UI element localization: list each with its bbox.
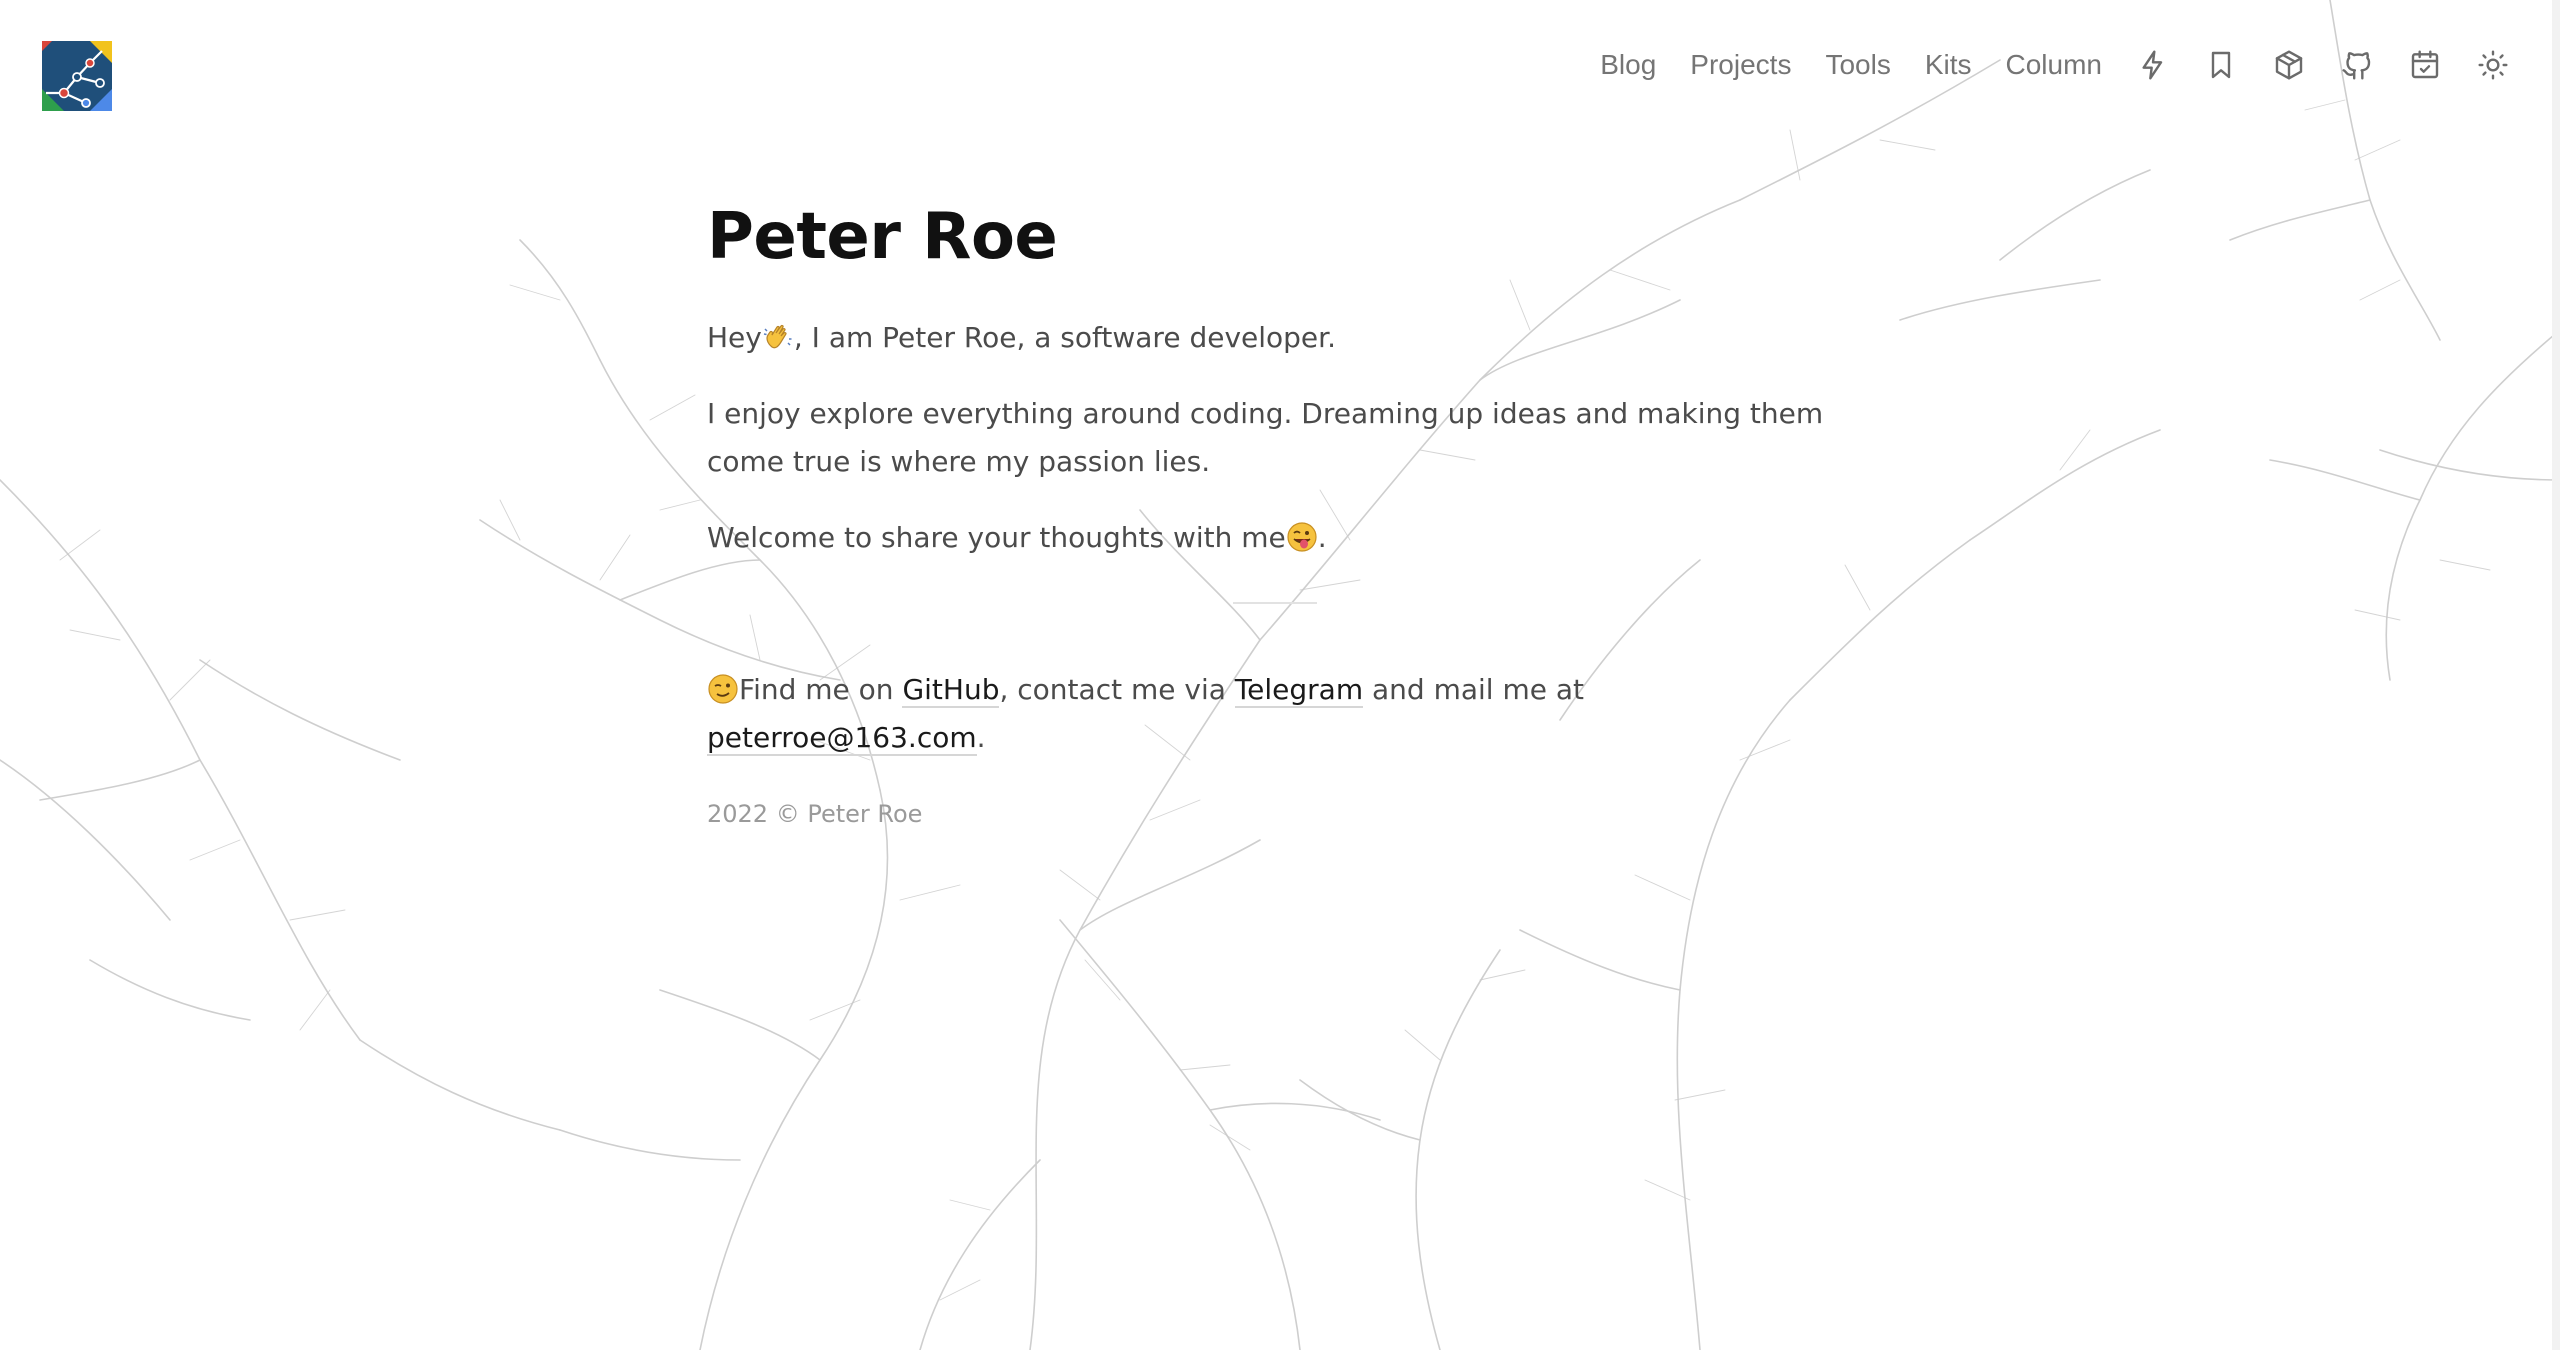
contact-via-text: , contact me via [999, 673, 1226, 706]
nav-link-column[interactable]: Column [2006, 49, 2102, 81]
contact-mail-text: and mail me at [1372, 673, 1585, 706]
contact-paragraph: Find me on GitHub, contact me via Telegr… [707, 666, 1857, 762]
main-content: Peter Roe Hey , I am Peter Roe, a softwa… [707, 200, 1857, 828]
intro-pre: Hey [707, 321, 762, 354]
section-divider [1233, 602, 1317, 604]
welcome-paragraph: Welcome to share your thoughts with me . [707, 514, 1857, 562]
contact-end-text: . [976, 721, 986, 754]
page: Blog Projects Tools Kits Column Peter Ro… [0, 0, 2560, 1350]
intro-post: , I am Peter Roe, a software developer. [793, 321, 1336, 354]
nav-link-kits[interactable]: Kits [1925, 49, 1972, 81]
sun-icon[interactable] [2476, 48, 2510, 82]
calendar-icon[interactable] [2408, 48, 2442, 82]
intro-paragraph: Hey , I am Peter Roe, a software develop… [707, 314, 1857, 362]
passion-paragraph: I enjoy explore everything around coding… [707, 397, 1824, 478]
lightning-icon[interactable] [2136, 48, 2170, 82]
box-icon[interactable] [2272, 48, 2306, 82]
winking-face-icon [708, 674, 738, 704]
welcome-post: . [1317, 521, 1327, 554]
bookmark-icon[interactable] [2204, 48, 2238, 82]
github-link[interactable]: GitHub [902, 673, 1000, 708]
email-link[interactable]: peterroe@163.com [707, 721, 977, 756]
waving-hand-icon [763, 324, 792, 349]
scrollbar[interactable] [2552, 0, 2560, 1350]
nav-link-blog[interactable]: Blog [1600, 49, 1656, 81]
welcome-pre: Welcome to share your thoughts with me [707, 521, 1286, 554]
logo-graph-icon [42, 41, 112, 111]
github-icon[interactable] [2340, 48, 2374, 82]
page-title: Peter Roe [707, 200, 1058, 274]
telegram-link[interactable]: Telegram [1234, 673, 1364, 708]
nav-link-projects[interactable]: Projects [1690, 49, 1791, 81]
top-nav: Blog Projects Tools Kits Column [1600, 40, 2510, 90]
contact-find-text: Find me on [739, 673, 894, 706]
tongue-wink-face-icon [1287, 522, 1317, 552]
nav-link-tools[interactable]: Tools [1825, 49, 1890, 81]
site-logo[interactable] [42, 41, 112, 111]
footer-copyright: 2022 © Peter Roe [707, 800, 923, 828]
